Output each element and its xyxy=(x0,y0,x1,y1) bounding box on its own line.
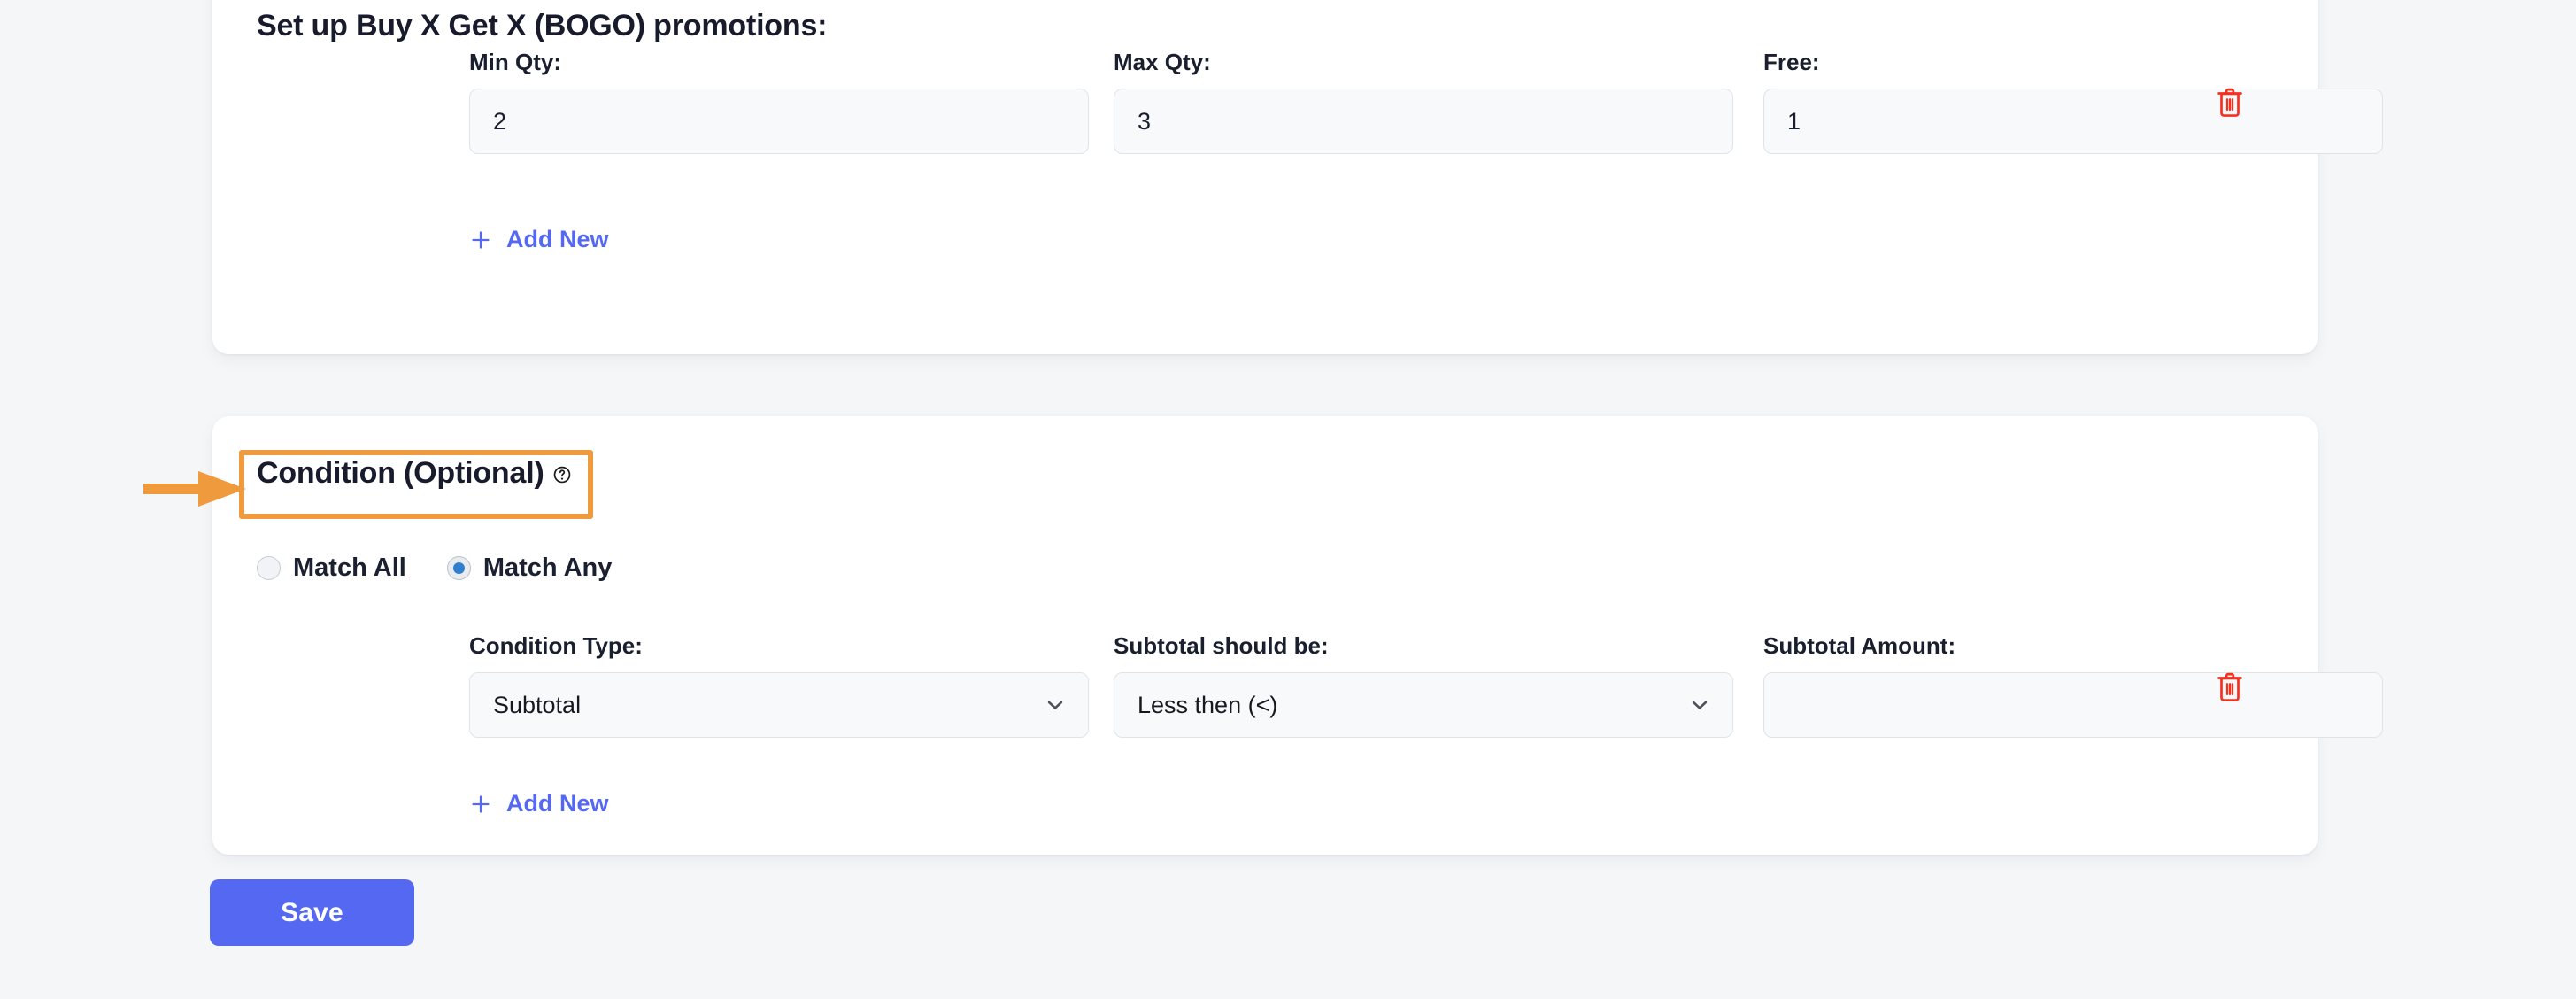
field-subtotal-operator: Subtotal should be: Less then (<) xyxy=(1114,632,1733,738)
condition-type-value: Subtotal xyxy=(493,691,582,718)
match-mode-radio-group: Match All Match Any xyxy=(257,554,612,583)
subtotal-operator-label: Subtotal should be: xyxy=(1114,632,1329,659)
match-all-label: Match All xyxy=(293,554,406,582)
condition-type-select[interactable]: Subtotal xyxy=(469,672,1089,738)
trash-icon[interactable] xyxy=(2215,86,2245,120)
subtotal-operator-select[interactable]: Less then (<) xyxy=(1114,672,1733,738)
chevron-down-icon xyxy=(1044,693,1067,716)
plus-icon xyxy=(469,793,492,816)
free-qty-value: 1 xyxy=(1787,107,1801,135)
add-new-label: Add New xyxy=(506,790,609,817)
page-root: Set up Buy X Get X (BOGO) promotions: Mi… xyxy=(0,0,2576,999)
question-circle-icon[interactable] xyxy=(552,465,572,484)
min-qty-value: 2 xyxy=(493,107,507,135)
field-condition-type: Condition Type: Subtotal xyxy=(469,632,1089,738)
field-max-qty: Max Qty: 3 xyxy=(1114,49,1733,154)
match-any-label: Match Any xyxy=(482,554,613,582)
condition-title: Condition (Optional) xyxy=(257,456,572,491)
add-new-condition-row-button[interactable]: Add New xyxy=(469,790,609,817)
page-title: Set up Buy X Get X (BOGO) promotions: xyxy=(257,9,828,43)
save-button[interactable]: Save xyxy=(210,879,414,946)
radio-match-any[interactable]: Match Any xyxy=(446,554,613,583)
condition-settings-card: Condition (Optional) Condition Type: Sub… xyxy=(212,416,2383,855)
radio-indicator-off xyxy=(257,556,281,580)
add-new-bogo-row-button[interactable]: Add New xyxy=(469,226,609,253)
right-arrow-annotation-icon xyxy=(143,469,248,508)
add-new-label: Add New xyxy=(506,226,609,252)
radio-match-all[interactable]: Match All xyxy=(257,554,406,583)
subtotal-operator-value: Less then (<) xyxy=(1138,691,1278,718)
max-qty-input[interactable]: 3 xyxy=(1114,89,1733,154)
field-subtotal-amount: Subtotal Amount: xyxy=(1763,632,2383,738)
radio-indicator-on xyxy=(446,556,471,580)
min-qty-input[interactable]: 2 xyxy=(469,89,1089,154)
free-qty-label: Free: xyxy=(1763,49,1820,75)
max-qty-value: 3 xyxy=(1138,107,1152,135)
subtotal-amount-input[interactable] xyxy=(1763,672,2383,738)
field-free-qty: Free: 1 xyxy=(1763,49,2383,154)
min-qty-label: Min Qty: xyxy=(469,49,561,75)
plus-icon xyxy=(469,228,492,252)
condition-title-text: Condition (Optional) xyxy=(257,456,544,490)
max-qty-label: Max Qty: xyxy=(1114,49,1211,75)
subtotal-amount-label: Subtotal Amount: xyxy=(1763,632,1956,659)
condition-type-label: Condition Type: xyxy=(469,632,643,659)
free-qty-input[interactable]: 1 xyxy=(1763,89,2383,154)
chevron-down-icon xyxy=(1688,693,1711,716)
bogo-settings-card: Set up Buy X Get X (BOGO) promotions: Mi… xyxy=(212,0,2383,354)
field-min-qty: Min Qty: 2 xyxy=(469,49,1089,154)
trash-icon[interactable] xyxy=(2215,670,2245,704)
